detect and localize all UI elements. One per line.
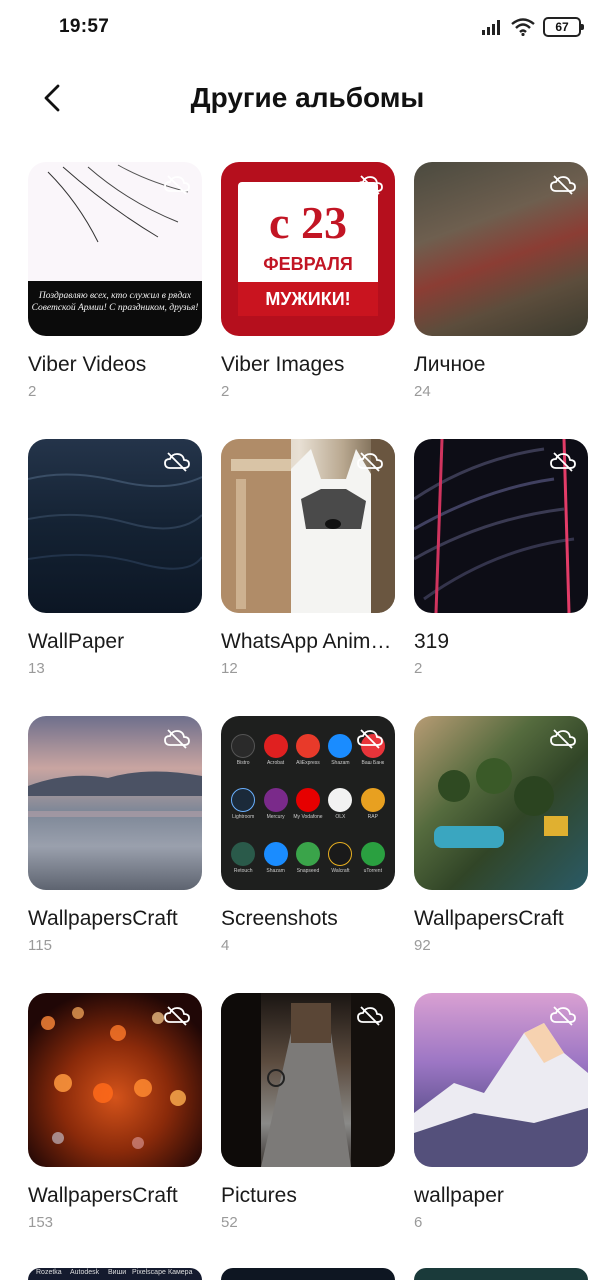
- album-name: WhatsApp Animated Gifs: [221, 630, 395, 653]
- greeting-card: с 23 ФЕВРАЛЯ МУЖИКИ!: [238, 182, 378, 316]
- peek-label: Autodesk: [70, 1269, 100, 1276]
- album-name: WallpapersCraft: [414, 907, 564, 930]
- album-tile[interactable]: Pictures 52: [221, 993, 395, 1270]
- peek-label: Виши: [108, 1269, 127, 1276]
- peek-label: Камера: [168, 1269, 193, 1276]
- album-name: Viber Images: [221, 353, 345, 376]
- signal-icon: [482, 20, 500, 35]
- album-thumbnail-peek[interactable]: [221, 1268, 395, 1280]
- status-time: 19:57: [59, 16, 110, 37]
- album-thumbnail: [414, 162, 588, 336]
- cloud-off-icon: [164, 1006, 190, 1026]
- album-tile[interactable]: Личное 24: [414, 162, 588, 439]
- app-icon: Acrobat: [259, 734, 291, 782]
- app-icon: RAP: [357, 788, 389, 836]
- cloud-off-icon: [550, 452, 576, 472]
- album-tile[interactable]: WallpapersCraft 92: [414, 716, 588, 993]
- next-row-peek: Rozetka Autodesk Виши Pixelscape Камера: [28, 1268, 588, 1280]
- header: Другие альбомы: [0, 60, 615, 136]
- album-thumbnail-peek[interactable]: Rozetka Autodesk Виши Pixelscape Камера: [28, 1268, 202, 1280]
- album-thumbnail: Поздравляю всех, кто служил в рядах Сове…: [28, 162, 202, 336]
- cloud-off-icon: [164, 175, 190, 195]
- app-icon: AliExpress: [292, 734, 324, 782]
- page-title: Другие альбомы: [190, 82, 425, 113]
- album-tile[interactable]: wallpaper 6: [414, 993, 588, 1270]
- cloud-off-icon: [550, 729, 576, 749]
- peek-label: Rozetka: [36, 1269, 62, 1276]
- album-tile[interactable]: WallpapersCraft 153: [28, 993, 202, 1270]
- app-icon: Lightroom: [227, 788, 259, 836]
- cloud-off-icon: [357, 175, 383, 195]
- album-thumbnail: [414, 439, 588, 613]
- app-icon: My Vodafone: [292, 788, 324, 836]
- album-count: 4: [221, 937, 230, 954]
- cloud-off-icon: [164, 729, 190, 749]
- album-name: WallpapersCraft: [28, 1184, 178, 1207]
- app-icon: Bistro: [227, 734, 259, 782]
- album-name: wallpaper: [414, 1184, 504, 1207]
- app-icon: Shazam: [324, 734, 356, 782]
- album-thumbnail: Bistro Acrobat AliExpress Shazam Ваш Бан…: [221, 716, 395, 890]
- album-tile[interactable]: Поздравляю всех, кто служил в рядах Сове…: [28, 162, 202, 439]
- album-count: 12: [221, 660, 238, 677]
- album-count: 153: [28, 1214, 54, 1231]
- album-thumbnail: [221, 439, 395, 613]
- album-tile[interactable]: 319 2: [414, 439, 588, 716]
- album-name: Screenshots: [221, 907, 338, 930]
- peek-label: Pixelscape: [132, 1269, 166, 1276]
- album-count: 13: [28, 660, 45, 677]
- album-count: 2: [28, 383, 37, 400]
- album-tile[interactable]: WallPaper 13: [28, 439, 202, 716]
- album-thumbnail: [414, 716, 588, 890]
- album-thumbnail-peek[interactable]: [414, 1268, 588, 1280]
- album-tile[interactable]: с 23 ФЕВРАЛЯ МУЖИКИ! Viber Images 2: [221, 162, 395, 439]
- album-count: 2: [414, 660, 423, 677]
- status-bar: 19:57 67: [0, 0, 615, 56]
- album-caption: Поздравляю всех, кто служил в рядах Сове…: [28, 281, 202, 336]
- album-tile[interactable]: WallpapersCraft 115: [28, 716, 202, 993]
- album-count: 6: [414, 1214, 423, 1231]
- app-icon: Walcraft: [324, 842, 356, 890]
- cloud-off-icon: [357, 729, 383, 749]
- album-thumbnail: [28, 993, 202, 1167]
- album-count: 2: [221, 383, 230, 400]
- album-thumbnail: [28, 716, 202, 890]
- album-name: Личное: [414, 353, 486, 376]
- album-name: Viber Videos: [28, 353, 147, 376]
- album-thumbnail: с 23 ФЕВРАЛЯ МУЖИКИ!: [221, 162, 395, 336]
- album-name: 319: [414, 630, 450, 653]
- album-count: 24: [414, 383, 431, 400]
- albums-grid: Поздравляю всех, кто служил в рядах Сове…: [28, 162, 588, 1270]
- album-thumbnail: [28, 439, 202, 613]
- app-icon: Retouch: [227, 842, 259, 890]
- cloud-off-icon: [550, 1006, 576, 1026]
- status-icons: 67: [481, 15, 584, 39]
- battery-level: 67: [555, 20, 569, 34]
- album-name: WallPaper: [28, 630, 125, 653]
- album-thumbnail: [414, 993, 588, 1167]
- app-icon: uTorrent: [357, 842, 389, 890]
- card-line-2: ФЕВРАЛЯ: [263, 254, 353, 274]
- cloud-off-icon: [357, 452, 383, 472]
- album-tile[interactable]: Bistro Acrobat AliExpress Shazam Ваш Бан…: [221, 716, 395, 993]
- app-icon: Snapseed: [292, 842, 324, 890]
- cloud-off-icon: [357, 1006, 383, 1026]
- cloud-off-icon: [550, 175, 576, 195]
- card-line-1: с 23: [269, 197, 347, 248]
- album-count: 52: [221, 1214, 238, 1231]
- cloud-off-icon: [164, 452, 190, 472]
- wifi-icon: [511, 18, 535, 36]
- album-count: 115: [28, 937, 52, 954]
- app-icon: Shazam: [259, 842, 291, 890]
- app-icon: Mercury: [259, 788, 291, 836]
- album-thumbnail: [221, 993, 395, 1167]
- card-line-3: МУЖИКИ!: [238, 282, 378, 316]
- album-count: 92: [414, 937, 431, 954]
- album-name: Pictures: [221, 1184, 297, 1207]
- app-icon: OLX: [324, 788, 356, 836]
- battery-icon: 67: [543, 17, 584, 37]
- album-tile[interactable]: WhatsApp Animated Gifs 12: [221, 439, 395, 716]
- album-name: WallpapersCraft: [28, 907, 178, 930]
- app-icon-grid: Bistro Acrobat AliExpress Shazam Ваш Бан…: [227, 734, 389, 890]
